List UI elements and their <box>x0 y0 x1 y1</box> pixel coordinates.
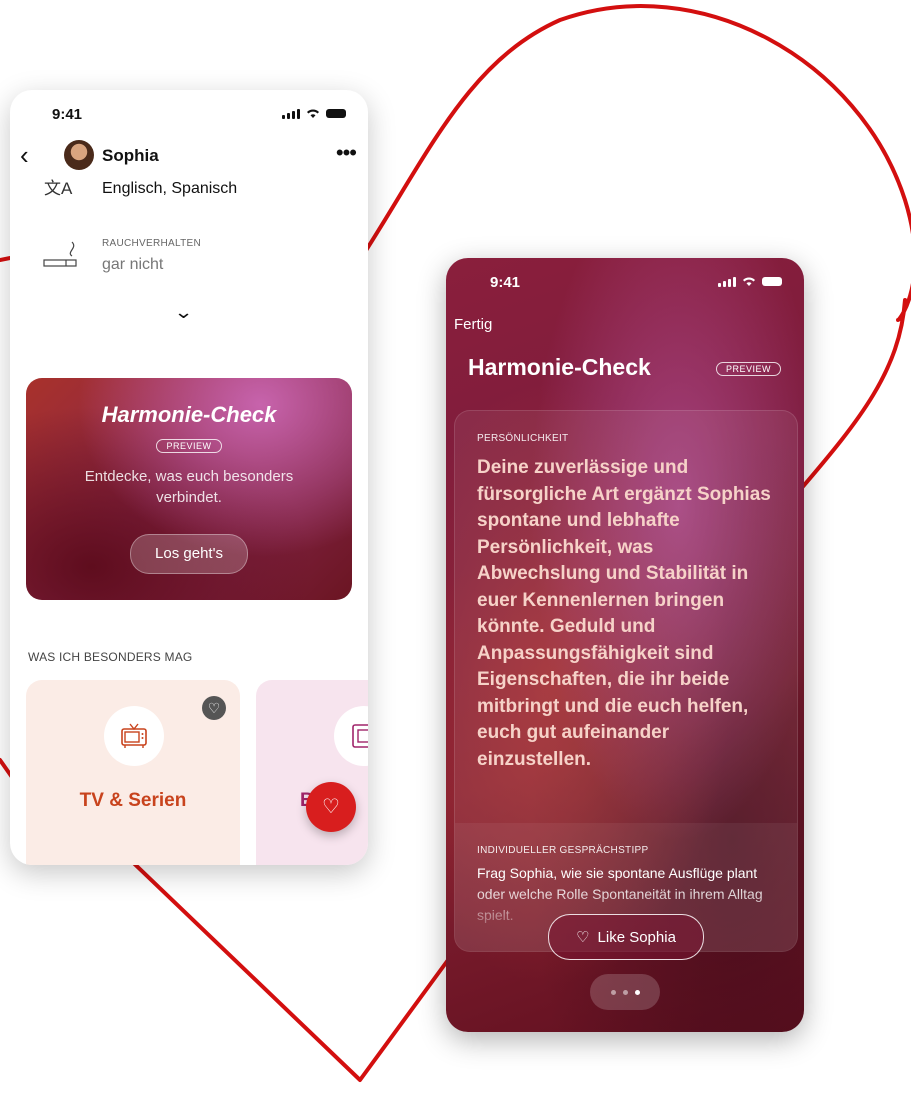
languages-value: Englisch, Spanisch <box>102 180 238 197</box>
smoking-label: RAUCHVERHALTEN <box>102 238 202 249</box>
page-dot-active <box>634 989 640 995</box>
harmony-card-title: Harmonie-Check <box>101 402 277 427</box>
status-bar: 9:41 <box>10 106 368 126</box>
interest-tile-tv[interactable]: ♡ TV & Serien <box>26 680 240 865</box>
likes-section-label: WAS ICH BESONDERS MAG <box>28 650 193 664</box>
insight-card: PERSÖNLICHKEIT Deine zuverlässige und fü… <box>454 410 798 952</box>
preview-badge: PREVIEW <box>156 439 222 453</box>
battery-icon <box>762 277 782 286</box>
profile-phone: 9:41 ‹ Sophia ••• 文A Englisch, Spanisch … <box>10 90 368 865</box>
wifi-icon <box>307 109 319 118</box>
preview-badge: PREVIEW <box>716 362 782 376</box>
battery-icon <box>326 109 346 118</box>
tip-label: INDIVIDUELLER GESPRÄCHSTIPP <box>477 845 649 856</box>
page-title: Harmonie-Check <box>468 354 651 380</box>
heart-icon: ♡ <box>576 929 590 946</box>
signal-icon <box>282 108 300 119</box>
page-indicator[interactable] <box>590 974 660 1010</box>
status-bar: 9:41 <box>446 274 804 294</box>
status-time: 9:41 <box>52 106 83 123</box>
cigarette-icon <box>43 241 77 267</box>
personality-label: PERSÖNLICHKEIT <box>477 433 569 444</box>
tv-icon <box>104 706 164 766</box>
avatar[interactable] <box>64 140 94 170</box>
page-dot <box>622 989 628 995</box>
start-button[interactable]: Los geht's <box>130 534 248 574</box>
wifi-icon <box>743 277 755 286</box>
like-button-label: Like Sophia <box>597 928 676 946</box>
language-icon: 文A <box>44 179 73 198</box>
harmony-card-description: Entdecke, was euch besonders verbindet. <box>84 468 294 506</box>
back-icon[interactable]: ‹ <box>20 142 29 168</box>
heart-icon: ♡ <box>322 796 340 818</box>
like-button[interactable]: ♡ Like Sophia <box>548 914 704 960</box>
status-time: 9:41 <box>490 274 521 291</box>
frame-icon <box>334 706 368 766</box>
heart-icon[interactable]: ♡ <box>202 696 226 720</box>
chevron-down-icon[interactable]: ⌄ <box>174 302 194 323</box>
harmony-check-phone: 9:41 Fertig Harmonie-Check PREVIEW PERSÖ… <box>446 258 804 1032</box>
more-icon[interactable]: ••• <box>336 140 357 166</box>
interest-title: TV & Serien <box>79 790 187 811</box>
profile-name: Sophia <box>102 146 159 165</box>
profile-header: ‹ Sophia ••• <box>10 138 368 174</box>
harmony-check-card: Harmonie-Check PREVIEW Entdecke, was euc… <box>26 378 352 600</box>
signal-icon <box>718 276 736 287</box>
smoking-value: gar nicht <box>102 256 164 273</box>
like-fab-button[interactable]: ♡ <box>306 782 356 832</box>
personality-text: Deine zuverlässige und fürsorgliche Art … <box>477 457 771 770</box>
page-dot <box>610 989 616 995</box>
done-button[interactable]: Fertig <box>454 316 492 333</box>
interest-tile-second[interactable]: Bu <box>256 680 368 865</box>
